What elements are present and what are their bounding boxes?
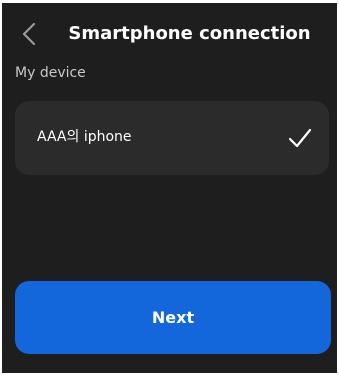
back-button[interactable]: [18, 20, 42, 48]
smartphone-connection-screen: Smartphone connection My device AAA의 iph…: [2, 3, 337, 373]
next-button[interactable]: Next: [15, 281, 331, 354]
chevron-left-icon: [22, 22, 36, 46]
section-label-my-device: My device: [15, 65, 86, 81]
header: Smartphone connection: [2, 3, 337, 61]
device-list-item[interactable]: AAA의 iphone: [15, 101, 329, 175]
checkmark-icon: [287, 125, 313, 151]
page-title: Smartphone connection: [68, 23, 311, 44]
device-name: AAA의 iphone: [37, 129, 132, 145]
